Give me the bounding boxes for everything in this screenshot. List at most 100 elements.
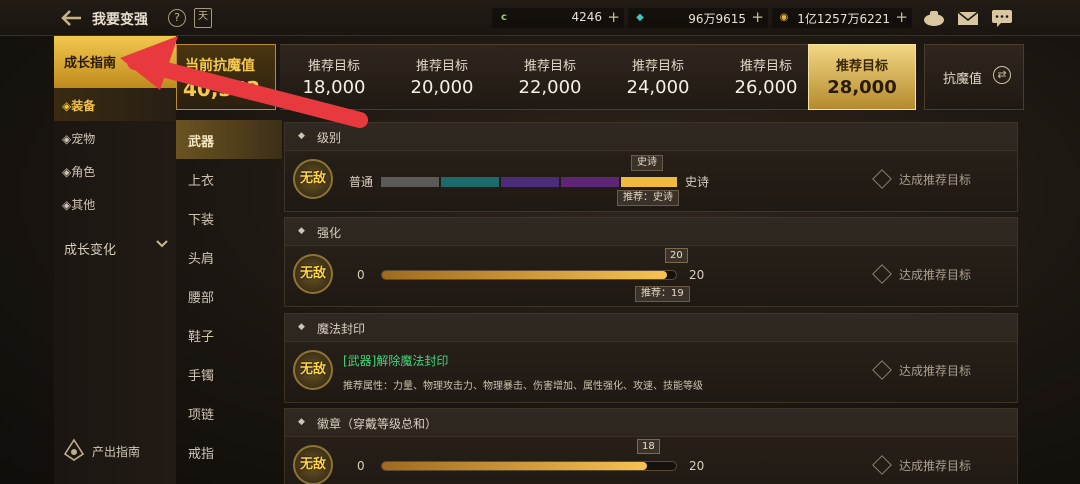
panel-header: ◆ 魔法封印 <box>285 314 1017 342</box>
currency-gem: ◆ 96万9615 + <box>628 8 768 28</box>
emblem-current: 18 <box>637 439 660 454</box>
current-resist-value: 40,352 <box>183 77 261 101</box>
diamond-outline-icon <box>872 169 892 189</box>
diamond-icon: ◆ <box>298 322 305 332</box>
achieve-label: 达成推荐目标 <box>899 173 972 187</box>
chevron-down-icon <box>156 238 168 252</box>
sidebar-item-label: ◈角色 <box>62 165 96 179</box>
target-step[interactable]: 推荐目标 20,000 <box>388 44 496 110</box>
target-step-selected[interactable]: 推荐目标 28,000 <box>808 44 916 110</box>
target-value: 26,000 <box>734 77 798 98</box>
sidebar-item-other[interactable]: ◈其他 <box>54 187 176 220</box>
current-resist-label: 当前抗魔值 <box>185 58 255 74</box>
category-label: 项链 <box>188 408 215 423</box>
target-step[interactable]: 推荐目标 26,000 <box>712 44 820 110</box>
add-gem-button[interactable]: + <box>751 8 764 26</box>
achieve-target-button[interactable]: 达成推荐目标 <box>872 264 971 284</box>
output-guide-button[interactable]: 产出指南 <box>62 438 172 462</box>
target-value: 28,000 <box>827 77 897 98</box>
add-gold-button[interactable]: + <box>895 8 908 26</box>
category-pants[interactable]: 下装 <box>176 198 282 237</box>
target-label: 推荐目标 <box>835 59 888 74</box>
category-label: 腰部 <box>188 291 215 306</box>
diamond-icon: ◆ <box>298 226 305 236</box>
tab-label: 成长指南 <box>64 56 117 71</box>
target-label: 推荐目标 <box>415 59 468 74</box>
sidebar-item-equipment[interactable]: ◈装备 <box>54 88 176 121</box>
calendar-icon[interactable]: 天 <box>194 8 212 28</box>
tab-growth-guide[interactable]: 成长指南 <box>54 36 176 88</box>
category-ring[interactable]: 戒指 <box>176 432 282 471</box>
panel-magic-seal: ◆ 魔法封印 无敌 [武器]解除魔法封印 推荐属性：力量、物理攻击力、物理暴击、伤… <box>284 313 1018 403</box>
invincible-badge-icon: 无敌 <box>293 350 333 390</box>
sidebar-growth-change[interactable]: 成长变化 <box>54 228 176 264</box>
panel-level: ◆ 级别 无敌 普通 史诗 史诗 推荐：史诗 达成推荐目标 <box>284 122 1018 212</box>
sidebar-item-label: ◈装备 <box>62 99 96 113</box>
target-value: 20,000 <box>410 77 474 98</box>
panel-enhance: ◆ 强化 无敌 0 20 20 推荐：19 达成推荐目标 <box>284 217 1018 307</box>
target-value: 24,000 <box>626 77 690 98</box>
add-coin-button[interactable]: + <box>607 8 620 26</box>
currency-gold: ◉ 1亿1257万6221 + <box>772 8 912 28</box>
diamond-icon: ◆ <box>298 131 305 141</box>
category-weapon[interactable]: 武器 <box>176 120 282 159</box>
target-label: 推荐目标 <box>631 59 684 74</box>
coin-icon: c <box>501 12 507 23</box>
enhance-bar-fill <box>382 271 668 279</box>
achieve-target-button[interactable]: 达成推荐目标 <box>872 169 972 189</box>
resist-toggle-button[interactable]: 抗魔值 ⇄ <box>924 44 1024 110</box>
panel-title: 魔法封印 <box>317 322 366 336</box>
target-label: 推荐目标 <box>739 59 792 74</box>
achieve-label: 达成推荐目标 <box>899 459 972 473</box>
target-step[interactable]: 推荐目标 22,000 <box>496 44 604 110</box>
panel-header: ◆ 徽章（穿戴等级总和） <box>285 409 1017 437</box>
panel-title: 强化 <box>317 226 342 240</box>
achieve-target-button[interactable]: 达成推荐目标 <box>872 455 972 475</box>
rank-segment-common <box>381 177 439 187</box>
emblem-max: 20 <box>689 459 705 473</box>
target-step[interactable]: 推荐目标 18,000 <box>280 44 388 110</box>
recommend-tag: 推荐：19 <box>635 286 690 302</box>
enhance-min: 0 <box>357 268 365 282</box>
recommend-tag: 推荐：史诗 <box>617 190 679 206</box>
target-step[interactable]: 推荐目标 24,000 <box>604 44 712 110</box>
category-necklace[interactable]: 项链 <box>176 393 282 432</box>
category-bracelet[interactable]: 手镯 <box>176 354 282 393</box>
chat-icon[interactable] <box>990 8 1014 28</box>
enhance-max: 20 <box>689 268 705 282</box>
category-label: 戒指 <box>188 447 215 462</box>
panel-title: 徽章（穿戴等级总和） <box>317 417 438 431</box>
emblem-min: 0 <box>357 459 365 473</box>
current-resist-box: 当前抗魔值 40,352 <box>176 44 276 110</box>
sidebar-item-pet[interactable]: ◈宠物 <box>54 121 176 154</box>
panel-title: 级别 <box>317 131 342 145</box>
invincible-badge-icon: 无敌 <box>293 445 333 484</box>
bag-icon[interactable] <box>922 8 946 28</box>
rank-segment-epic <box>621 177 677 187</box>
category-shoes[interactable]: 鞋子 <box>176 315 282 354</box>
rank-segment-legend <box>561 177 619 187</box>
help-icon[interactable]: ? <box>168 9 186 27</box>
rank-segment-rare <box>441 177 499 187</box>
panel-header: ◆ 级别 <box>285 123 1017 151</box>
diamond-outline-icon <box>872 360 892 380</box>
target-value: 18,000 <box>302 77 366 98</box>
mail-icon[interactable] <box>956 8 980 28</box>
back-arrow-icon[interactable] <box>60 8 84 28</box>
compass-icon <box>62 438 86 462</box>
rank-from: 普通 <box>349 175 374 189</box>
sidebar-item-character[interactable]: ◈角色 <box>54 154 176 187</box>
invincible-badge-icon: 无敌 <box>293 254 333 294</box>
gem-icon: ◆ <box>636 12 644 23</box>
panel-emblem: ◆ 徽章（穿戴等级总和） 无敌 0 18 20 达成推荐目标 <box>284 408 1018 484</box>
sidebar-item-label: ◈其他 <box>62 198 96 212</box>
emblem-bar-fill <box>382 462 647 470</box>
seal-name: [武器]解除魔法封印 <box>343 354 449 368</box>
rank-to: 史诗 <box>685 175 710 189</box>
swap-icon: ⇄ <box>993 66 1011 84</box>
diamond-outline-icon <box>872 455 892 475</box>
category-waist[interactable]: 腰部 <box>176 276 282 315</box>
achieve-target-button[interactable]: 达成推荐目标 <box>872 360 971 380</box>
category-top[interactable]: 上衣 <box>176 159 282 198</box>
category-shoulder[interactable]: 头肩 <box>176 237 282 276</box>
